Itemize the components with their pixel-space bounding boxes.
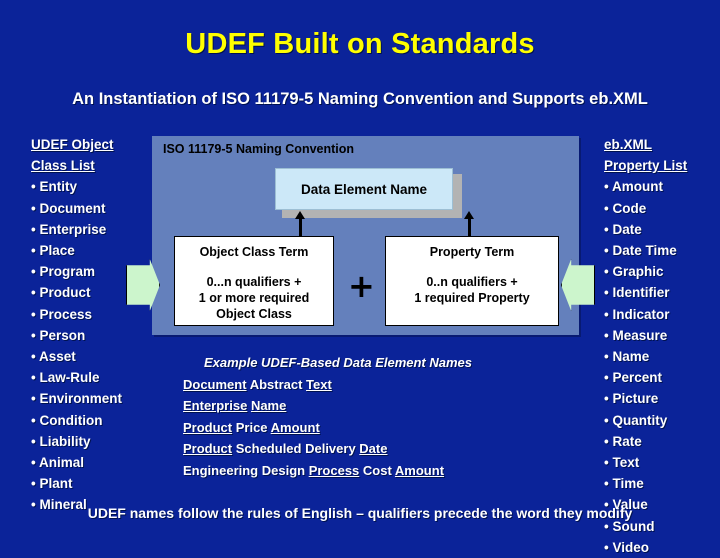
example-name-term-underlined: Process <box>308 462 360 478</box>
example-name-term-underlined: Date <box>359 441 388 456</box>
example-name-term: Price <box>232 419 271 435</box>
example-name-term: Engineering Design <box>183 462 309 478</box>
slide-title: UDEF Built on Standards <box>185 28 535 60</box>
object-class-list-item: • Document <box>31 200 106 216</box>
object-class-list-item: • Plant <box>31 476 73 492</box>
property-list-item: • Amount <box>604 179 663 195</box>
object-class-list-item: • Condition <box>31 412 103 428</box>
example-name-term-underlined: Product <box>183 441 233 456</box>
property-list-item: • Percent <box>604 370 663 386</box>
data-element-name-label: Data Element Name <box>300 181 428 197</box>
object-class-list-item: • Person <box>31 327 86 343</box>
object-class-term-box: Object Class Term 0...n qualifiers + 1 o… <box>174 236 334 326</box>
object-class-items: • Entity • Document • Enterprise • Place • P… <box>31 176 153 515</box>
example-name-term-underlined: Document <box>183 376 247 392</box>
example-name-term-underlined: Enterprise <box>183 398 248 413</box>
property-list-item: • Video <box>604 539 649 555</box>
example-name-term: Scheduled Delivery <box>232 441 360 456</box>
object-class-list-item: • Place <box>31 243 75 259</box>
plus-sign-icon: + <box>348 267 375 305</box>
property-list-item: • Text <box>604 455 640 471</box>
object-class-term-detail-line3: Object Class <box>216 307 292 321</box>
property-list-item: • Rate <box>604 433 642 449</box>
property-list-item: • Code <box>604 200 647 216</box>
property-list-item: • Quantity <box>604 412 668 428</box>
property-list-item: • Name <box>604 349 650 365</box>
example-name-line: Product Scheduled Delivery Date <box>183 438 583 460</box>
object-class-term-detail-line1: 0...n qualifiers + <box>206 275 302 289</box>
example-name-term-underlined: Amount <box>270 419 320 435</box>
property-term-detail-line2: 1 required Property <box>414 291 530 305</box>
object-class-list-item: • Asset <box>31 349 76 365</box>
object-class-list-heading-line1: UDEF Object <box>31 137 114 152</box>
property-list-item: • Measure <box>604 327 668 343</box>
object-class-list-item: • Enterprise <box>31 221 107 237</box>
object-class-list-item: • Animal <box>31 455 84 471</box>
example-names-lines: Document Abstract Text Enterprise Name Pro… <box>183 374 583 482</box>
data-element-name-box: Data Element Name <box>275 168 453 210</box>
up-arrow-icon-property <box>463 211 476 239</box>
property-term-box: Property Term 0..n qualifiers + 1 requir… <box>385 236 559 326</box>
example-name-term: Cost <box>359 462 395 478</box>
ebxml-property-list: eb.XML Property List • Amount • Code • Dat… <box>604 134 720 558</box>
property-list-item: • Date Time <box>604 243 677 259</box>
property-items: • Amount • Code • Date • Date Time • Graphic… <box>604 176 720 558</box>
footer-note: UDEF names follow the rules of English –… <box>87 505 633 521</box>
example-names-heading: Example UDEF-Based Data Element Names <box>203 355 473 370</box>
example-name-term-underlined: Product <box>183 419 233 435</box>
property-list-item: • Time <box>604 476 644 492</box>
object-class-list-item: • Process <box>31 306 93 322</box>
example-names-block: Example UDEF-Based Data Element Names Do… <box>183 352 583 481</box>
example-name-term-underlined: Text <box>306 376 332 392</box>
example-name-line: Engineering Design Process Cost Amount <box>183 460 583 482</box>
example-name-line: Enterprise Name <box>183 395 583 417</box>
example-name-term: Abstract <box>246 376 307 392</box>
object-class-term-detail: 0...n qualifiers + 1 or more required Ob… <box>175 274 333 322</box>
property-term-detail: 0..n qualifiers + 1 required Property <box>386 274 558 306</box>
udef-object-class-list: UDEF Object Class List • Entity • Documen… <box>31 134 153 516</box>
object-class-list-item: • Law-Rule <box>31 370 100 386</box>
iso-naming-convention-label: ISO 11179-5 Naming Convention <box>163 142 355 156</box>
property-list-item: • Picture <box>604 391 659 407</box>
slide-subtitle: An Instantiation of ISO 11179-5 Naming C… <box>72 90 648 108</box>
object-class-term-detail-line2: 1 or more required <box>198 291 310 305</box>
object-class-term-title: Object Class Term <box>199 245 309 259</box>
example-name-line: Product Price Amount <box>183 417 583 439</box>
property-list-item: • Date <box>604 221 642 237</box>
object-class-list-item: • Environment <box>31 391 122 407</box>
property-list-item: • Indicator <box>604 306 670 322</box>
example-name-term-underlined: Amount <box>394 462 445 478</box>
property-list-heading-line1: eb.XML <box>604 137 653 152</box>
object-class-list-item: • Liability <box>31 433 91 449</box>
object-class-list-heading-line2: Class List <box>31 158 95 174</box>
up-arrow-icon-object-class <box>294 211 307 239</box>
property-list-item: • Graphic <box>604 264 664 280</box>
example-name-line: Document Abstract Text <box>183 374 583 396</box>
example-name-term-underlined: Name <box>250 398 287 413</box>
property-term-title: Property Term <box>429 245 515 259</box>
property-list-heading-line2: Property List <box>604 158 688 174</box>
property-list-item: • Identifier <box>604 285 670 301</box>
property-term-detail-line1: 0..n qualifiers + <box>426 275 518 289</box>
object-class-list-item: • Entity <box>31 179 77 195</box>
